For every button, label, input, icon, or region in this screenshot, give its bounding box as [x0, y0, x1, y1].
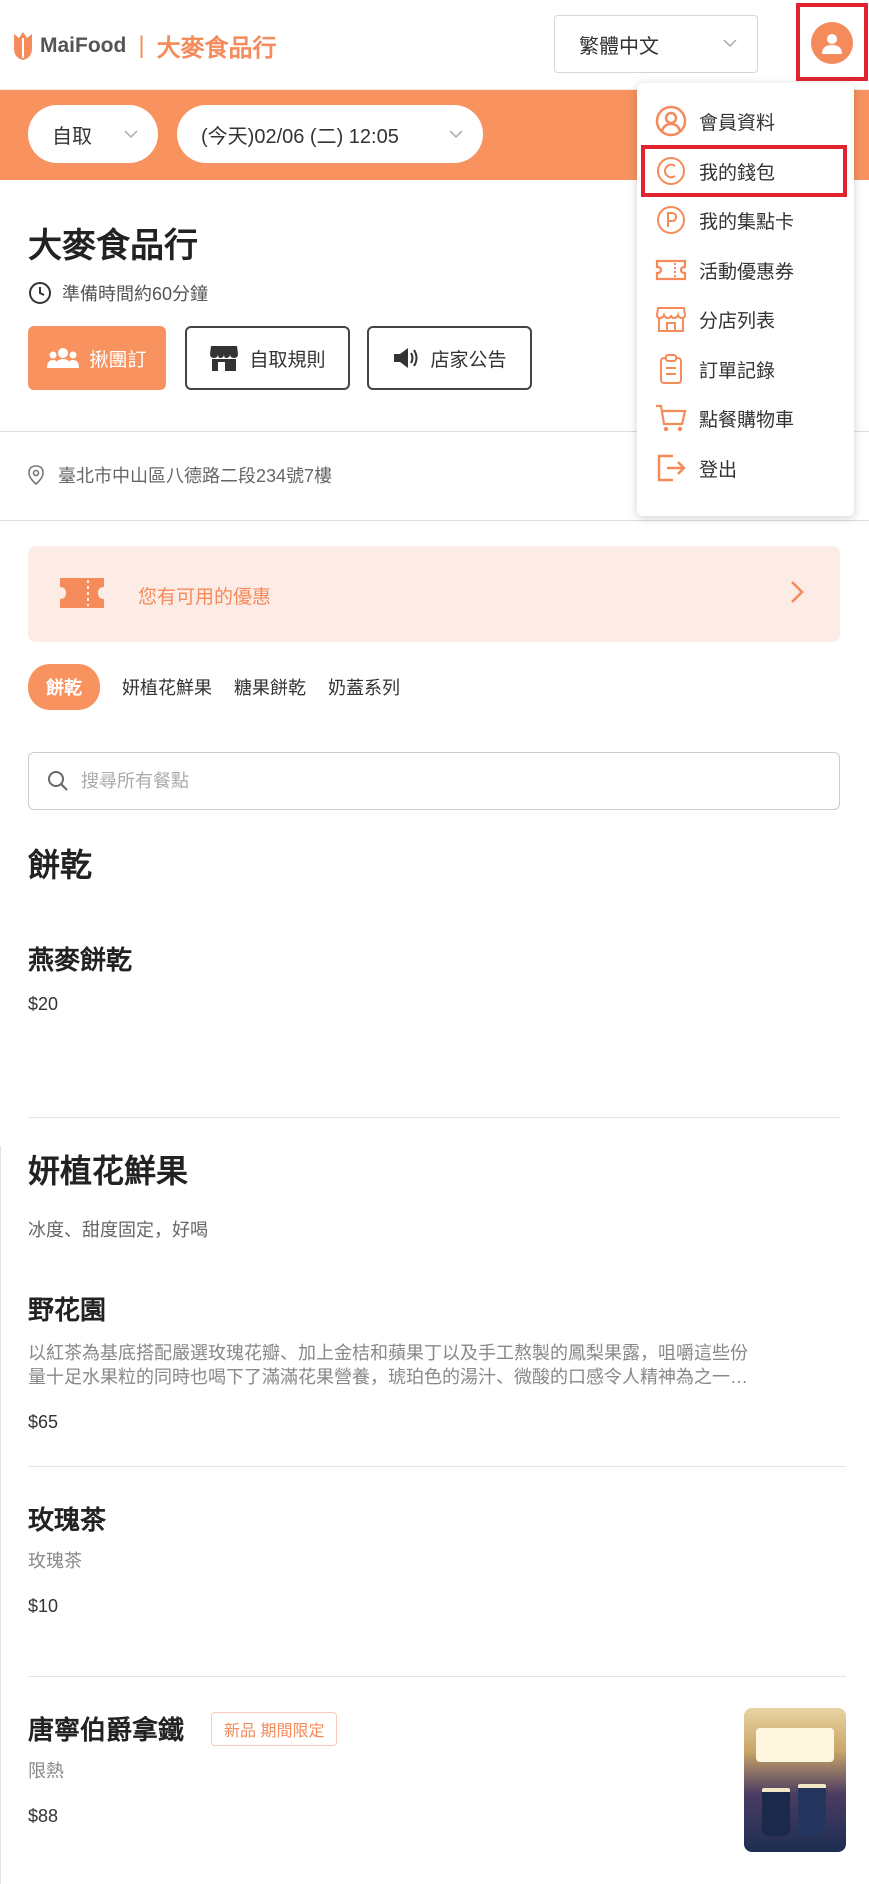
- group-order-button[interactable]: 揪團訂: [28, 326, 166, 390]
- menu-item-logout[interactable]: 登出: [655, 448, 737, 488]
- address-text: 臺北市中山區八德路二段234號7樓: [58, 466, 333, 486]
- maifood-logo-icon: [14, 31, 32, 60]
- item-name-wild-garden[interactable]: 野花園: [28, 1290, 106, 1327]
- prep-time-text: 準備時間約60分鐘: [62, 284, 209, 304]
- item-name-twinings-earl-grey-latte[interactable]: 唐寧伯爵拿鐵: [28, 1710, 184, 1747]
- language-select[interactable]: 繁體中文: [554, 15, 758, 73]
- menu-item-label: 點餐購物車: [699, 409, 795, 431]
- top-bar: MaiFood | 大麥食品行 繁體中文: [0, 0, 869, 90]
- search-box: [28, 752, 840, 810]
- item-price-rose-tea: $10: [28, 1596, 59, 1616]
- promo-text: 您有可用的優惠: [138, 587, 272, 608]
- tab-fruit[interactable]: 妍植花鮮果: [122, 664, 212, 710]
- divider: [28, 1676, 846, 1677]
- item-desc-wild-garden-line1: 以紅茶為基底搭配嚴選玫瑰花瓣、加上金桔和蘋果丁以及手工熬製的鳳梨果露，咀嚼這些份: [28, 1343, 748, 1363]
- item-price-wild-garden: $65: [28, 1412, 59, 1432]
- coupon-icon: [655, 259, 687, 281]
- divider: [0, 1146, 1, 1884]
- user-dropdown-menu: 會員資料 我的錢包 我的集點卡 活動優惠券 分店列表 訂單記錄 點餐購物車 登出: [637, 83, 854, 516]
- tab-candy-cookies[interactable]: 糖果餅乾: [234, 664, 306, 710]
- prep-time: 準備時間約60分鐘: [28, 280, 208, 306]
- search-icon: [48, 771, 68, 791]
- item-desc-rose-tea: 玫瑰茶: [28, 1551, 82, 1571]
- wallet-highlight-box: [641, 145, 847, 197]
- pickup-rules-button[interactable]: 自取規則: [185, 326, 350, 390]
- cart-icon: [656, 404, 687, 432]
- category-tabs: 餅乾 妍植花鮮果 糖果餅乾 奶蓋系列: [28, 664, 400, 710]
- user-avatar-button[interactable]: [811, 22, 853, 64]
- brand-separator: |: [138, 31, 145, 59]
- order-mode-value: 自取: [52, 125, 92, 148]
- item-desc-twinings-latte: 限熱: [28, 1761, 64, 1781]
- tab-milk-cap[interactable]: 奶蓋系列: [328, 664, 400, 710]
- tab-cookies[interactable]: 餅乾: [28, 664, 100, 710]
- chevron-down-icon: [124, 130, 138, 139]
- chevron-down-icon: [723, 39, 737, 48]
- menu-item-label: 活動優惠券: [699, 261, 795, 283]
- clock-icon: [29, 282, 51, 304]
- item-name-rose-tea[interactable]: 玫瑰茶: [28, 1500, 106, 1537]
- section-desc-fruit: 冰度、甜度固定，好喝: [28, 1220, 208, 1240]
- user-icon: [822, 34, 842, 54]
- menu-item-label: 分店列表: [699, 310, 776, 332]
- divider: [28, 1117, 840, 1118]
- group-order-label: 揪團訂: [89, 349, 147, 371]
- menu-item-cart[interactable]: 點餐購物車: [655, 398, 794, 438]
- ticket-icon: [60, 578, 104, 608]
- product-label-band: [756, 1728, 834, 1762]
- product-cup: [798, 1784, 826, 1836]
- section-title-fruit: 妍植花鮮果: [28, 1153, 189, 1189]
- menu-item-member-profile[interactable]: 會員資料: [655, 101, 775, 141]
- announcement-button[interactable]: 店家公告: [367, 326, 532, 390]
- item-price-oat-cookie: $20: [28, 994, 59, 1014]
- search-input[interactable]: [81, 770, 781, 792]
- logout-icon: [657, 454, 686, 482]
- new-limited-badge: 新品 期間限定: [211, 1712, 338, 1746]
- order-mode-select[interactable]: 自取: [28, 105, 158, 163]
- divider: [28, 1466, 846, 1467]
- pickup-time-value: (今天)02/06 (二) 12:05: [201, 125, 399, 148]
- menu-item-label: 我的集點卡: [699, 211, 795, 233]
- menu-item-branch-list[interactable]: 分店列表: [655, 299, 775, 339]
- menu-item-coupons[interactable]: 活動優惠券: [655, 250, 794, 290]
- product-cup: [762, 1788, 790, 1836]
- points-card-icon: [657, 206, 685, 234]
- brand-name: MaiFood: [40, 33, 127, 57]
- menu-item-order-history[interactable]: 訂單記錄: [655, 349, 775, 389]
- menu-item-label: 登出: [699, 459, 738, 481]
- chevron-right-icon: [791, 581, 804, 603]
- language-value: 繁體中文: [579, 35, 659, 58]
- product-image-twinings-latte[interactable]: [744, 1708, 846, 1852]
- chevron-down-icon: [449, 130, 463, 139]
- speaker-icon: [394, 348, 418, 368]
- avatar-highlight-box: [796, 3, 868, 81]
- menu-item-my-points-card[interactable]: 我的集點卡: [655, 200, 794, 240]
- pickup-rules-label: 自取規則: [249, 349, 326, 371]
- item-desc-wild-garden-line2: 量十足水果粒的同時也喝下了滿滿花果營養，琥珀色的湯汁、微酸的口感令人精神為之一…: [28, 1367, 748, 1387]
- location-pin-icon: [28, 465, 44, 485]
- announcement-label: 店家公告: [430, 349, 507, 371]
- clipboard-icon: [660, 354, 682, 384]
- item-price-twinings-latte: $88: [28, 1806, 59, 1826]
- store-front-icon: [210, 346, 239, 371]
- item-name-oat-cookie[interactable]: 燕麥餅乾: [28, 940, 132, 977]
- menu-item-label: 訂單記錄: [699, 360, 776, 382]
- user-circle-icon: [655, 105, 687, 137]
- divider: [0, 520, 869, 521]
- store-title: 大麥食品行: [28, 227, 198, 265]
- logo[interactable]: MaiFood | 大麥食品行: [12, 28, 277, 63]
- shop-name-header: 大麥食品行: [156, 35, 277, 62]
- section-title-cookies: 餅乾: [28, 847, 93, 883]
- pickup-time-select[interactable]: (今天)02/06 (二) 12:05: [177, 105, 483, 163]
- group-icon: [47, 348, 80, 368]
- promo-banner[interactable]: 您有可用的優惠: [28, 546, 840, 642]
- store-icon: [655, 307, 687, 332]
- store-address[interactable]: 臺北市中山區八德路二段234號7樓: [28, 462, 332, 488]
- menu-item-label: 會員資料: [699, 112, 776, 134]
